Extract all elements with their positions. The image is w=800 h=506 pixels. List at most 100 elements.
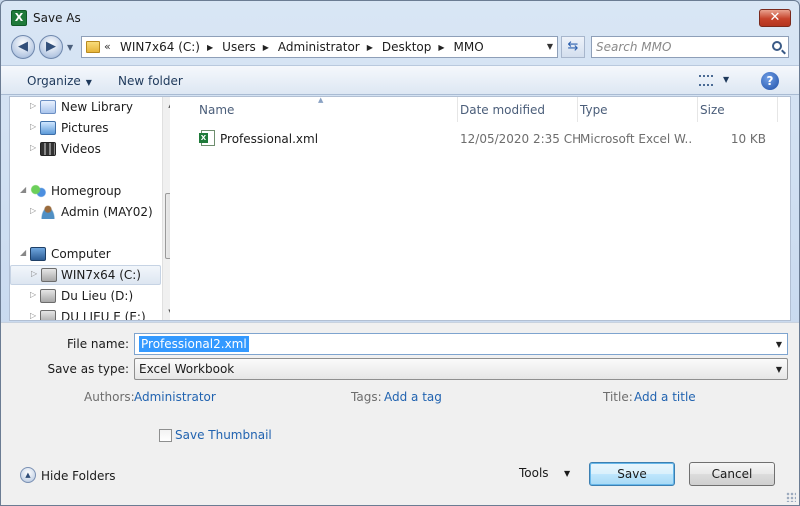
expand-icon[interactable]: ▷: [30, 311, 36, 320]
expand-icon[interactable]: ▷: [31, 269, 37, 278]
collapse-icon[interactable]: ◢: [20, 185, 26, 194]
address-dropdown-icon[interactable]: ▼: [547, 42, 553, 51]
button-bar: ▲ Hide Folders Tools ▼ Save Cancel: [1, 452, 799, 505]
expand-icon[interactable]: ▷: [30, 206, 36, 215]
refresh-button[interactable]: ⇆: [561, 36, 585, 58]
column-header-size[interactable]: Size: [698, 97, 778, 122]
scroll-up-icon[interactable]: ▲: [163, 97, 170, 113]
breadcrumb-desktop[interactable]: Desktop: [382, 40, 432, 55]
navigation-bar: ◀ ▶ ▼ « WIN7x64 (C:) ▶ Users ▶ Administr…: [1, 33, 799, 63]
save-thumbnail-label[interactable]: Save Thumbnail: [175, 428, 272, 442]
expand-icon[interactable]: ▷: [30, 101, 36, 110]
recent-pages-dropdown-icon[interactable]: ▼: [67, 43, 73, 52]
pictures-icon: [40, 121, 56, 135]
navigation-pane: ▷ New Library ▷ Pictures ▷ Videos ◢ Home…: [10, 97, 170, 320]
save-type-value: Excel Workbook: [139, 362, 235, 376]
tree-item-videos[interactable]: ▷ Videos: [28, 140, 162, 160]
chevron-down-icon: ▼: [85, 78, 92, 87]
computer-icon: [30, 247, 46, 261]
scroll-thumb[interactable]: [165, 193, 170, 259]
collapse-icon[interactable]: ◢: [20, 248, 26, 257]
breadcrumb-separator-icon[interactable]: ▶: [263, 40, 269, 55]
change-view-icon[interactable]: [699, 75, 713, 86]
tree-item-admin[interactable]: ▷ Admin (MAY02): [28, 203, 162, 223]
organize-button[interactable]: Organize ▼: [27, 74, 92, 88]
breadcrumb-separator-icon[interactable]: ▶: [438, 40, 444, 55]
tree-item-label: Admin (MAY02): [61, 205, 153, 219]
file-date: 12/05/2020 2:35 CH: [460, 132, 582, 146]
search-input[interactable]: [596, 39, 766, 55]
excel-file-icon: [199, 130, 215, 146]
cancel-button[interactable]: Cancel: [689, 462, 775, 486]
hide-folders-button[interactable]: Hide Folders: [41, 469, 116, 483]
column-header-name[interactable]: ▲ Name: [180, 96, 458, 122]
search-box[interactable]: [591, 36, 789, 58]
help-icon[interactable]: ?: [761, 72, 779, 90]
file-name-label: File name:: [67, 337, 129, 351]
save-type-label: Save as type:: [47, 362, 129, 376]
tree-item-label: New Library: [61, 100, 133, 114]
file-name-input[interactable]: Professional2.xml: [139, 336, 249, 352]
tree-item-new-library[interactable]: ▷ New Library: [28, 98, 162, 118]
column-header-date[interactable]: Date modified: [458, 97, 578, 122]
library-icon: [40, 100, 56, 114]
expand-icon[interactable]: ▷: [30, 290, 36, 299]
save-button[interactable]: Save: [589, 462, 675, 486]
tree-item-drive-c[interactable]: ▷ WIN7x64 (C:): [10, 265, 161, 285]
expand-icon[interactable]: ▷: [30, 143, 36, 152]
tree-item-label: WIN7x64 (C:): [61, 268, 141, 282]
folder-icon: [86, 41, 100, 53]
tree-item-pictures[interactable]: ▷ Pictures: [28, 119, 162, 139]
tree-item-label: Homegroup: [51, 184, 122, 198]
file-list: ▲ Name Date modified Type Size Professio…: [180, 96, 790, 320]
chevron-down-icon[interactable]: ▼: [564, 469, 570, 478]
new-folder-button[interactable]: New folder: [118, 74, 183, 88]
scroll-down-icon[interactable]: ▼: [163, 304, 170, 320]
breadcrumb-drive[interactable]: WIN7x64 (C:): [120, 40, 200, 55]
organize-label: Organize: [27, 74, 81, 88]
tools-button[interactable]: Tools: [519, 466, 549, 480]
file-type: Microsoft Excel W...: [580, 132, 692, 146]
title-bar[interactable]: X Save As ✕: [1, 1, 799, 33]
file-name-field[interactable]: Professional2.xml ▼: [134, 333, 788, 355]
forward-button[interactable]: ▶: [39, 35, 63, 59]
tree-item-drive-e[interactable]: ▷ DU LIEU E (E:): [28, 308, 162, 320]
tree-item-homegroup[interactable]: ◢ Homegroup: [18, 182, 162, 202]
breadcrumb-overflow[interactable]: «: [104, 40, 111, 53]
drive-icon: [41, 268, 57, 282]
tree-item-drive-d[interactable]: ▷ Du Lieu (D:): [28, 287, 162, 307]
close-button[interactable]: ✕: [759, 9, 791, 27]
excel-icon: X: [11, 10, 27, 26]
breadcrumb-separator-icon[interactable]: ▶: [207, 40, 213, 55]
window-title: Save As: [33, 11, 81, 25]
save-form: File name: Professional2.xml ▼ Save as t…: [1, 322, 799, 452]
back-button[interactable]: ◀: [11, 35, 35, 59]
breadcrumb-mmo[interactable]: MMO: [454, 40, 484, 55]
file-row[interactable]: Professional.xml 12/05/2020 2:35 CH Micr…: [180, 129, 780, 149]
search-icon[interactable]: [772, 41, 782, 51]
authors-value[interactable]: Administrator: [134, 390, 216, 404]
breadcrumb-users[interactable]: Users: [222, 40, 256, 55]
breadcrumb-separator-icon[interactable]: ▶: [367, 40, 373, 55]
tags-value[interactable]: Add a tag: [384, 390, 442, 404]
sort-ascending-icon: ▲: [318, 96, 324, 104]
tree-scrollbar[interactable]: ▲ ▼: [162, 97, 170, 320]
expand-icon[interactable]: ▷: [30, 122, 36, 131]
drive-icon: [40, 310, 56, 320]
view-dropdown-icon[interactable]: ▼: [723, 75, 729, 84]
tree-item-label: DU LIEU E (E:): [61, 310, 146, 320]
tags-label: Tags:: [351, 390, 382, 404]
command-bar: Organize ▼ New folder ▼ ?: [1, 65, 799, 95]
chevron-down-icon[interactable]: ▼: [776, 365, 782, 374]
chevron-down-icon[interactable]: ▼: [776, 340, 782, 349]
tree-item-computer[interactable]: ◢ Computer: [18, 245, 162, 265]
address-bar[interactable]: « WIN7x64 (C:) ▶ Users ▶ Administrator ▶…: [81, 36, 558, 58]
title-value[interactable]: Add a title: [634, 390, 696, 404]
authors-label: Authors:: [84, 390, 135, 404]
save-type-select[interactable]: Excel Workbook ▼: [134, 358, 788, 380]
save-thumbnail-checkbox[interactable]: [159, 429, 172, 442]
resize-grip[interactable]: [786, 492, 796, 502]
column-header-type[interactable]: Type: [578, 97, 698, 122]
breadcrumb-administrator[interactable]: Administrator: [278, 40, 360, 55]
chevron-up-icon[interactable]: ▲: [20, 467, 36, 483]
